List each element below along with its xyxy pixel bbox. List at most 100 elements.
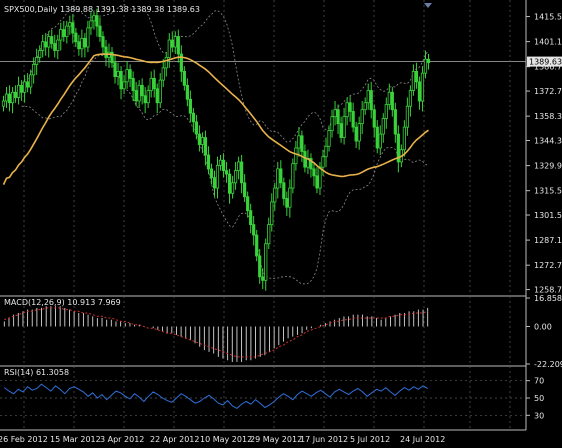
candle-body bbox=[152, 77, 156, 90]
candle-body bbox=[285, 198, 289, 208]
candle-body bbox=[164, 57, 168, 69]
candle-body bbox=[188, 98, 192, 114]
candle-body bbox=[237, 161, 241, 172]
candle-body bbox=[161, 67, 165, 81]
candle-body bbox=[264, 243, 268, 281]
candle-body bbox=[321, 156, 325, 168]
candle-body bbox=[62, 29, 66, 37]
candle-body bbox=[44, 41, 48, 48]
candle-body bbox=[417, 81, 422, 102]
candle-body bbox=[95, 15, 99, 27]
candle-body bbox=[149, 77, 153, 91]
candle-body bbox=[74, 32, 78, 43]
candle-body bbox=[134, 90, 138, 102]
candle-body bbox=[104, 46, 108, 58]
candle-body bbox=[345, 102, 349, 118]
candle-body bbox=[146, 90, 150, 104]
candle-body bbox=[300, 135, 304, 152]
date-tick-label: 15 Mar 2012 bbox=[50, 435, 101, 444]
candle-body bbox=[26, 81, 30, 88]
candle-body bbox=[240, 161, 244, 184]
candle-body bbox=[89, 20, 93, 29]
candle-body bbox=[16, 84, 21, 98]
candle-body bbox=[233, 170, 238, 184]
candle-body bbox=[369, 90, 373, 111]
candle-body bbox=[194, 121, 199, 135]
candle-body bbox=[176, 36, 180, 55]
price-tick-label: 1372.70 bbox=[534, 87, 562, 96]
candle-body bbox=[155, 88, 159, 104]
candle-body bbox=[19, 84, 24, 93]
candle-body bbox=[246, 196, 250, 212]
candle-body bbox=[13, 91, 18, 98]
candle-body bbox=[68, 22, 72, 27]
candle-body bbox=[182, 70, 186, 86]
price-tick-label: 1401.10 bbox=[534, 38, 562, 47]
candle-body bbox=[119, 70, 123, 90]
candle-body bbox=[10, 91, 15, 104]
candle-body bbox=[351, 111, 355, 128]
candle-body bbox=[339, 123, 343, 138]
candle-body bbox=[333, 109, 337, 118]
candle-body bbox=[372, 109, 376, 128]
candle-body bbox=[197, 133, 202, 145]
price-tick-label: 1358.30 bbox=[534, 112, 562, 121]
candle-body bbox=[71, 22, 75, 34]
date-tick-label: 5 Jul 2012 bbox=[350, 435, 390, 444]
candle-body bbox=[206, 154, 211, 170]
date-tick-label: 17 Jun 2012 bbox=[300, 435, 348, 444]
candle-body bbox=[366, 90, 370, 104]
macd-tick-label: 16.858 bbox=[534, 294, 562, 303]
candle-body bbox=[41, 41, 45, 51]
candle-body bbox=[243, 182, 247, 198]
candle-body bbox=[7, 93, 12, 104]
date-tick-label: 22 Apr 2012 bbox=[150, 435, 199, 444]
candle-body bbox=[423, 58, 428, 74]
candle-body bbox=[65, 25, 69, 37]
candle-body bbox=[426, 58, 431, 64]
candle-body bbox=[270, 201, 274, 226]
candle-body bbox=[348, 102, 352, 112]
candle-body bbox=[282, 182, 286, 199]
candle-body bbox=[294, 147, 298, 165]
macd-tick-label: -22.209 bbox=[534, 360, 562, 369]
candle-body bbox=[408, 90, 413, 107]
candle-body bbox=[249, 210, 253, 226]
candle-body bbox=[218, 159, 223, 166]
candle-body bbox=[227, 173, 232, 194]
price-tick-label: 1287.10 bbox=[534, 236, 562, 245]
candle-body bbox=[354, 126, 358, 142]
candle-body bbox=[393, 109, 397, 135]
candle-body bbox=[378, 133, 382, 149]
candle-body bbox=[116, 70, 120, 78]
rsi-header: RSI(14) 61.3058 bbox=[4, 368, 69, 377]
candle-body bbox=[209, 168, 214, 179]
candle-body bbox=[267, 224, 271, 245]
candle-body bbox=[390, 91, 394, 111]
rsi-tick-label: 30 bbox=[534, 411, 544, 420]
candle-body bbox=[303, 151, 307, 168]
candle-body bbox=[191, 112, 195, 123]
candle-body bbox=[59, 29, 63, 41]
candle-body bbox=[53, 43, 57, 51]
candle-body bbox=[113, 62, 117, 78]
candle-body bbox=[173, 36, 177, 48]
date-tick-label: 3 Apr 2012 bbox=[100, 435, 144, 444]
candle-body bbox=[29, 74, 33, 88]
candle-body bbox=[405, 105, 409, 128]
price-tick-label: 1272.70 bbox=[534, 261, 562, 270]
macd-header: MACD(12,26,9) 10.913 7.969 bbox=[4, 298, 121, 307]
chart-canvas[interactable]: 1415.501401.101386.701372.701358.301344.… bbox=[0, 0, 562, 448]
candle-body bbox=[128, 69, 132, 79]
candle-body bbox=[230, 182, 235, 194]
candle-body bbox=[258, 255, 262, 278]
candle-body bbox=[101, 36, 105, 48]
date-tick-label: 26 Feb 2012 bbox=[0, 435, 48, 444]
candle-body bbox=[342, 116, 346, 138]
candle-body bbox=[411, 70, 416, 91]
candle-body bbox=[4, 93, 9, 102]
candle-body bbox=[375, 126, 379, 149]
candle-body bbox=[143, 95, 147, 104]
date-tick-label: 29 May 2012 bbox=[250, 435, 302, 444]
candle-body bbox=[92, 15, 96, 22]
